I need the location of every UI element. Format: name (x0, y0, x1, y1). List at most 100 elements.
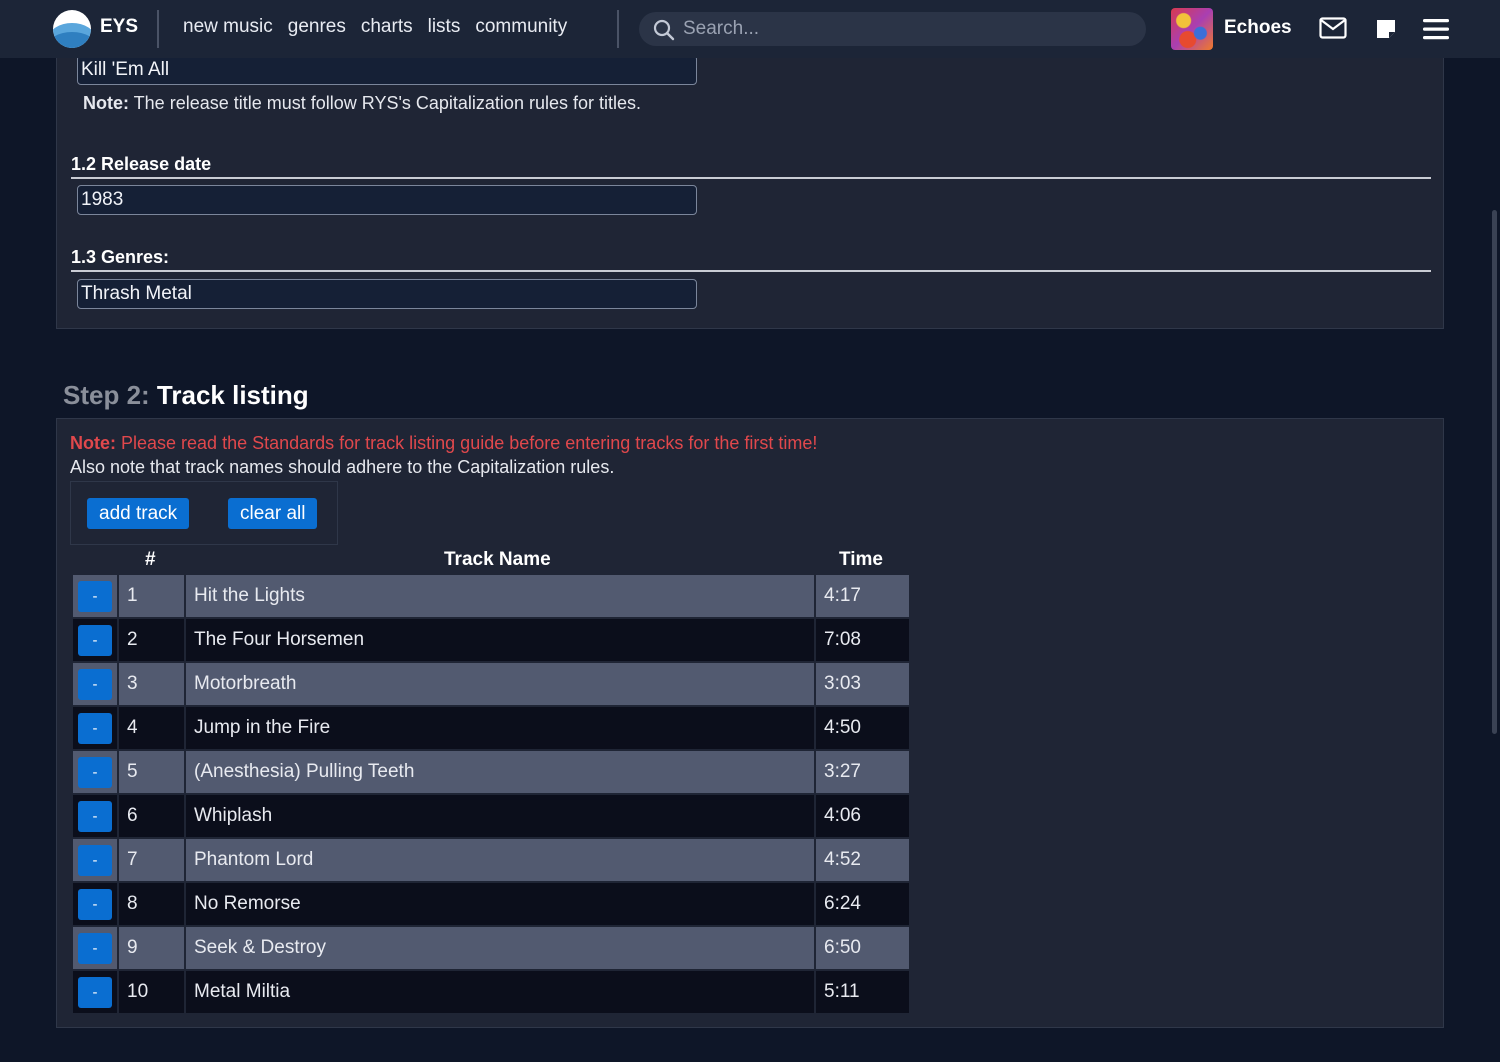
remove-cell: - (73, 619, 117, 661)
track-row: - 10 Metal Miltia 5:11 (71, 969, 909, 1013)
remove-track-button[interactable]: - (78, 581, 112, 612)
remove-track-button[interactable]: - (78, 977, 112, 1008)
step2-heading: Step 2: Track listing (63, 380, 309, 411)
clear-all-button[interactable]: clear all (228, 498, 318, 529)
track-number: 2 (119, 619, 184, 661)
note-label: Note: (83, 93, 129, 113)
track-name[interactable]: Seek & Destroy (186, 927, 814, 969)
track-time[interactable]: 5:11 (816, 971, 909, 1013)
track-name[interactable]: Metal Miltia (186, 971, 814, 1013)
release-title-note: Note: The release title must follow RYS'… (83, 93, 641, 114)
nav-link-charts[interactable]: charts (361, 16, 413, 38)
track-number: 8 (119, 883, 184, 925)
remove-cell: - (73, 971, 117, 1013)
hamburger-menu-icon[interactable] (1423, 17, 1449, 41)
track-row: - 1 Hit the Lights 4:17 (71, 573, 909, 617)
section-divider (71, 177, 1431, 179)
release-title-input[interactable] (77, 55, 697, 85)
track-number: 4 (119, 707, 184, 749)
column-header-time: Time (839, 549, 884, 570)
remove-track-button[interactable]: - (78, 713, 112, 744)
note-text: The release title must follow RYS's Capi… (129, 93, 641, 113)
track-number: 3 (119, 663, 184, 705)
track-row: - 7 Phantom Lord 4:52 (71, 837, 909, 881)
track-time[interactable]: 3:27 (816, 751, 909, 793)
track-time[interactable]: 4:52 (816, 839, 909, 881)
track-name[interactable]: (Anesthesia) Pulling Teeth (186, 751, 814, 793)
remove-track-button[interactable]: - (78, 845, 112, 876)
track-time[interactable]: 4:50 (816, 707, 909, 749)
track-table: - 1 Hit the Lights 4:17 - 2 The Four Hor… (71, 573, 909, 1013)
remove-cell: - (73, 795, 117, 837)
remove-cell: - (73, 663, 117, 705)
track-name[interactable]: Phantom Lord (186, 839, 814, 881)
track-time[interactable]: 4:06 (816, 795, 909, 837)
remove-track-button[interactable]: - (78, 625, 112, 656)
user-avatar[interactable] (1171, 8, 1213, 50)
warning-text: Please read the Standards for track list… (116, 433, 818, 453)
remove-cell: - (73, 751, 117, 793)
remove-track-button[interactable]: - (78, 801, 112, 832)
track-warning-note: Note: Please read the Standards for trac… (70, 433, 817, 454)
track-number: 5 (119, 751, 184, 793)
nav-link-new-music[interactable]: new music (183, 16, 273, 38)
main-nav-links: new music genres charts lists community (183, 16, 567, 38)
remove-cell: - (73, 707, 117, 749)
track-number: 9 (119, 927, 184, 969)
genres-input[interactable] (77, 279, 697, 309)
track-row: - 9 Seek & Destroy 6:50 (71, 925, 909, 969)
nav-divider (157, 10, 159, 48)
track-name[interactable]: Whiplash (186, 795, 814, 837)
track-row: - 4 Jump in the Fire 4:50 (71, 705, 909, 749)
remove-cell: - (73, 927, 117, 969)
column-header-number: # (145, 549, 156, 570)
search-icon[interactable] (653, 19, 675, 41)
top-navigation-bar: EYS new music genres charts lists commun… (0, 0, 1500, 58)
username-link[interactable]: Echoes (1224, 17, 1292, 39)
remove-track-button[interactable]: - (78, 933, 112, 964)
genres-label: 1.3 Genres: (71, 247, 170, 267)
site-brand[interactable]: EYS (100, 16, 138, 38)
step-number: Step 2: (63, 380, 150, 410)
site-logo-icon[interactable] (53, 10, 91, 48)
track-time[interactable]: 3:03 (816, 663, 909, 705)
nav-link-community[interactable]: community (475, 16, 567, 38)
track-name[interactable]: Hit the Lights (186, 575, 814, 617)
release-date-label: 1.2 Release date (71, 154, 212, 174)
track-name[interactable]: The Four Horsemen (186, 619, 814, 661)
mail-icon[interactable] (1319, 17, 1347, 39)
nav-link-genres[interactable]: genres (288, 16, 346, 38)
track-number: 6 (119, 795, 184, 837)
track-time[interactable]: 6:24 (816, 883, 909, 925)
track-time[interactable]: 7:08 (816, 619, 909, 661)
column-header-track-name: Track Name (444, 549, 551, 570)
search-input[interactable] (683, 12, 1133, 46)
add-track-button[interactable]: add track (87, 498, 190, 529)
nav-link-lists[interactable]: lists (428, 16, 461, 38)
track-number: 10 (119, 971, 184, 1013)
remove-cell: - (73, 575, 117, 617)
release-date-input[interactable] (77, 185, 697, 215)
nav-divider (617, 10, 619, 48)
track-time[interactable]: 4:17 (816, 575, 909, 617)
track-name[interactable]: Motorbreath (186, 663, 814, 705)
remove-track-button[interactable]: - (78, 889, 112, 920)
track-listing-panel: Note: Please read the Standards for trac… (56, 418, 1444, 1028)
track-number: 1 (119, 575, 184, 617)
remove-cell: - (73, 839, 117, 881)
track-row: - 6 Whiplash 4:06 (71, 793, 909, 837)
remove-track-button[interactable]: - (78, 669, 112, 700)
track-row: - 5 (Anesthesia) Pulling Teeth 3:27 (71, 749, 909, 793)
track-name[interactable]: No Remorse (186, 883, 814, 925)
search-box (639, 12, 1146, 46)
capitalization-note: Also note that track names should adhere… (70, 457, 615, 477)
release-info-panel: Note: The release title must follow RYS'… (56, 40, 1444, 329)
notes-icon[interactable] (1376, 19, 1396, 39)
remove-track-button[interactable]: - (78, 757, 112, 788)
step-title: Track listing (156, 380, 309, 410)
track-row: - 2 The Four Horsemen 7:08 (71, 617, 909, 661)
track-time[interactable]: 6:50 (816, 927, 909, 969)
page-scrollbar[interactable] (1492, 210, 1497, 734)
track-name[interactable]: Jump in the Fire (186, 707, 814, 749)
track-row: - 3 Motorbreath 3:03 (71, 661, 909, 705)
